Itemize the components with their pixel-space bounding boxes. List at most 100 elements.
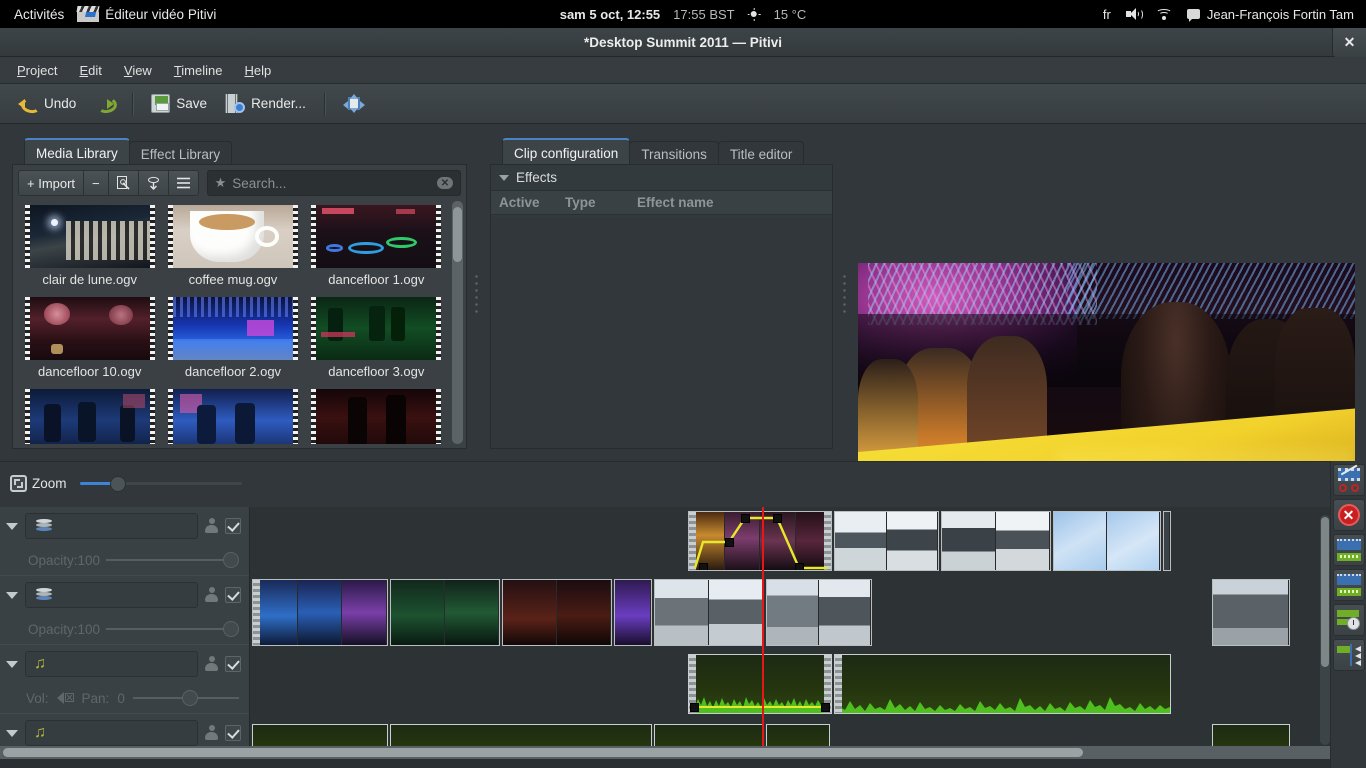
- insert-at-end-icon[interactable]: [138, 170, 169, 196]
- tab-effect-library[interactable]: Effect Library: [129, 141, 232, 166]
- list-item[interactable]: dancefloor 2.ogv: [161, 293, 304, 379]
- timeline-clip[interactable]: [1053, 511, 1161, 571]
- keyframe-handle[interactable]: [773, 514, 782, 523]
- zoom-fit-icon[interactable]: [10, 475, 27, 492]
- timeline-clip[interactable]: [1163, 511, 1171, 571]
- close-icon[interactable]: ✕: [1332, 28, 1366, 57]
- clear-text-icon[interactable]: ✕: [437, 177, 453, 189]
- lane-video-2[interactable]: [250, 575, 1330, 650]
- timeline-clip[interactable]: [834, 511, 939, 571]
- timeline-clip[interactable]: [766, 579, 872, 646]
- list-item[interactable]: dancefloor 1.ogv: [305, 201, 448, 287]
- keyframe-handle[interactable]: [725, 538, 734, 547]
- list-item[interactable]: dancefloor 3.ogv: [305, 293, 448, 379]
- opacity-slider[interactable]: [106, 552, 239, 568]
- tab-media-library[interactable]: Media Library: [24, 138, 130, 166]
- scrollbar-thumb[interactable]: [3, 748, 1083, 757]
- menu-timeline[interactable]: Timeline: [164, 59, 233, 82]
- media-library-grid[interactable]: clair de lune.ogv coffee mug.ogv: [18, 201, 448, 444]
- solo-person-icon[interactable]: [205, 656, 218, 672]
- track-enabled-checkbox[interactable]: [225, 518, 241, 534]
- pan-slider[interactable]: [133, 690, 239, 706]
- track-header-video-2[interactable]: Opacity:100: [0, 576, 249, 645]
- app-menu-button[interactable]: Éditeur vidéo Pitivi: [77, 6, 216, 22]
- opacity-slider[interactable]: [106, 621, 239, 637]
- timeline-clip[interactable]: [390, 579, 500, 646]
- keyframe-handle[interactable]: [741, 514, 750, 523]
- collapse-triangle-icon[interactable]: [6, 592, 18, 599]
- tab-transitions[interactable]: Transitions: [629, 141, 719, 166]
- render-button[interactable]: Render...: [217, 89, 314, 119]
- list-item[interactable]: coffee mug.ogv: [161, 201, 304, 287]
- timeline-clip[interactable]: [654, 579, 764, 646]
- wifi-icon[interactable]: [1156, 8, 1172, 21]
- search-input[interactable]: ★ Search... ✕: [207, 170, 461, 196]
- pane-divider-left[interactable]: [474, 273, 479, 313]
- timeline-clip[interactable]: [688, 511, 832, 571]
- tab-clip-configuration[interactable]: Clip configuration: [502, 138, 630, 166]
- gnome-clock[interactable]: sam 5 oct, 12:55 17:55 BST 15 °C: [560, 7, 807, 22]
- remove-clip-button[interactable]: −: [83, 170, 109, 196]
- list-item[interactable]: clair de lune.ogv: [18, 201, 161, 287]
- menu-project[interactable]: Project: [7, 59, 67, 82]
- track-name-field[interactable]: ♫: [25, 720, 198, 746]
- scrollbar-thumb[interactable]: [453, 207, 462, 262]
- track-header-audio-1[interactable]: ♫ Vol: Pan: 0: [0, 645, 249, 714]
- clip-properties-icon[interactable]: [108, 170, 139, 196]
- keyframe-handle[interactable]: [699, 563, 708, 571]
- track-enabled-checkbox[interactable]: [225, 656, 241, 672]
- volume-keyframe-line[interactable]: [693, 706, 827, 708]
- ungroup-clips-button[interactable]: [1333, 569, 1365, 601]
- undo-button[interactable]: Undo: [10, 89, 84, 119]
- keyframe-handle[interactable]: [690, 703, 699, 712]
- redo-button[interactable]: [86, 89, 122, 119]
- user-menu[interactable]: Jean-François Fortin Tam: [1187, 7, 1354, 22]
- list-item[interactable]: [18, 385, 161, 444]
- lane-audio-1[interactable]: [250, 650, 1330, 718]
- menu-view[interactable]: View: [114, 59, 162, 82]
- media-library-scrollbar[interactable]: [452, 201, 463, 444]
- menu-edit[interactable]: Edit: [69, 59, 111, 82]
- playhead[interactable]: [762, 507, 764, 746]
- align-clips-button[interactable]: [1333, 604, 1365, 636]
- track-header-video-1[interactable]: Opacity:100: [0, 507, 249, 576]
- timeline-clip[interactable]: [688, 654, 832, 714]
- delete-clip-button[interactable]: ✕: [1333, 499, 1365, 531]
- list-item[interactable]: [161, 385, 304, 444]
- list-item[interactable]: dancefloor 10.ogv: [18, 293, 161, 379]
- collapse-triangle-icon[interactable]: [6, 523, 18, 530]
- split-clip-button[interactable]: [1333, 464, 1365, 496]
- collapse-triangle-icon[interactable]: [6, 730, 18, 737]
- import-button[interactable]: + Import: [18, 170, 84, 196]
- track-enabled-checkbox[interactable]: [225, 587, 241, 603]
- timeline-clip[interactable]: [1212, 579, 1290, 646]
- timeline-clip[interactable]: [252, 579, 388, 646]
- list-item[interactable]: [305, 385, 448, 444]
- timeline-clip[interactable]: [941, 511, 1051, 571]
- volume-muted-icon[interactable]: [57, 692, 74, 704]
- list-view-icon[interactable]: [168, 170, 199, 196]
- timeline-clip[interactable]: [834, 654, 1171, 714]
- effects-table-body[interactable]: [491, 217, 832, 448]
- collapse-triangle-icon[interactable]: [6, 661, 18, 668]
- speaker-icon[interactable]: [1126, 8, 1141, 21]
- menu-help[interactable]: Help: [234, 59, 281, 82]
- track-name-field[interactable]: [25, 513, 198, 539]
- timeline-clip[interactable]: [502, 579, 612, 646]
- track-name-field[interactable]: [25, 582, 198, 608]
- solo-person-icon[interactable]: [205, 587, 218, 603]
- lane-video-1[interactable]: [250, 507, 1330, 575]
- timeline-lanes[interactable]: [250, 507, 1330, 759]
- solo-person-icon[interactable]: [205, 725, 218, 741]
- timeline-clip[interactable]: [614, 579, 652, 646]
- effects-expander[interactable]: Effects: [491, 165, 832, 191]
- group-clips-button[interactable]: [1333, 534, 1365, 566]
- tab-title-editor[interactable]: Title editor: [718, 141, 805, 166]
- gapless-mode-button[interactable]: [1333, 639, 1365, 671]
- save-button[interactable]: Save: [143, 89, 215, 119]
- pane-divider-right[interactable]: [842, 273, 847, 313]
- keyframe-handle[interactable]: [795, 563, 804, 571]
- timeline-vertical-scrollbar[interactable]: [1320, 515, 1330, 745]
- solo-person-icon[interactable]: [205, 518, 218, 534]
- activities-button[interactable]: Activités: [0, 7, 77, 22]
